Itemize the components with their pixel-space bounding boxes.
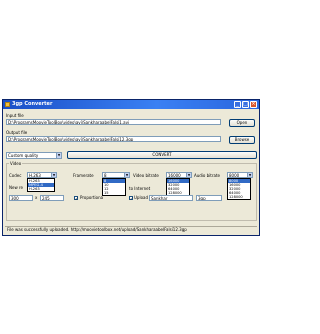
title-bar[interactable]: 3gp Converter _ □ × [3,100,259,109]
height-field[interactable]: 245 [40,195,64,201]
proportional-checkbox[interactable]: ✓ [74,196,78,201]
chevron-down-icon[interactable]: ▼ [186,173,191,177]
converter-window: 3gp Converter _ □ × Input file D:\Progra… [2,99,260,236]
quality-value: Custom quality [8,153,39,158]
input-file-label: Input file [6,113,24,118]
input-file-field[interactable]: D:\ProgramsMoovieToolBox\video\avi\Sankh… [6,119,221,125]
status-bar: File was successfully uploaded. http://m… [5,226,257,233]
framerate-dropdown[interactable]: 8 10 12 15 [102,178,126,196]
internet-label: to Internet [129,186,151,191]
width-field[interactable]: 300 [9,195,33,201]
extension-field[interactable]: 3gp [196,195,222,201]
chevron-down-icon[interactable]: ▼ [56,153,61,158]
chevron-down-icon[interactable]: ▼ [247,173,252,177]
browse-button[interactable]: Browse [229,136,255,144]
maximize-button[interactable]: □ [242,101,249,108]
minimize-button[interactable]: _ [234,101,241,108]
close-button[interactable]: × [250,101,257,108]
output-file-field[interactable]: D:\ProgramsMoovieToolBox\video\avi\Sankh… [6,136,221,142]
audio-bitrate-label: Audio bitrate [194,173,220,178]
video-bitrate-label: Video bitrate [133,173,159,178]
chevron-down-icon[interactable]: ▼ [51,173,56,177]
window-title: 3gp Converter [12,101,53,107]
new-resolution-label: New re [9,185,24,190]
app-icon [5,102,10,107]
upload-checkbox[interactable]: ✓ [129,196,133,201]
proportional-label: Proportiona [80,195,104,200]
output-file-label: Output file [6,130,28,135]
open-button[interactable]: Open [229,119,255,127]
framerate-option[interactable]: 15 [103,191,125,195]
framerate-label: Framerate [73,173,94,178]
codec-option[interactable]: H.263 [28,187,54,191]
audio-bitrate-option[interactable]: 128000 [228,195,250,199]
video-group-label: Video [9,161,23,166]
quality-select[interactable]: Custom quality ▼ [6,152,62,159]
chevron-down-icon[interactable]: ▼ [124,173,129,177]
times-sign: x [35,195,38,200]
upload-name-field[interactable]: Sankhar [149,195,193,201]
codec-label: Codec [9,173,22,178]
audio-bitrate-dropdown[interactable]: 8000 16000 32000 64000 128000 [227,178,251,200]
convert-button[interactable]: CONVERT [67,151,257,159]
codec-dropdown[interactable]: H.263 MPEG-4 H.263 [27,178,55,192]
